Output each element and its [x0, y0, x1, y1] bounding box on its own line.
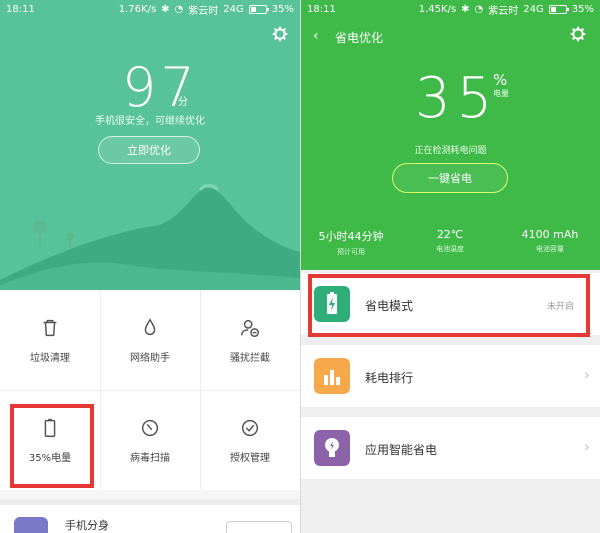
gear-icon[interactable] — [272, 26, 288, 42]
status-network: 紫云时 — [188, 5, 219, 17]
status-battery: 35% — [571, 3, 594, 15]
tool-label: 垃圾清理 — [30, 352, 70, 364]
bluetooth-icon: ✱ — [461, 3, 470, 15]
phone-clone-icon — [14, 517, 48, 533]
gear-icon[interactable] — [570, 26, 586, 42]
status-speed: 1.76K/s — [118, 3, 157, 15]
stat-battery-capacity: 4100 mAh 电池容量 — [500, 228, 600, 254]
trash-icon — [43, 319, 57, 336]
one-key-save-button[interactable]: 一键省电 — [392, 163, 508, 193]
status-time: 18:11 — [6, 3, 35, 15]
power-ranking-item[interactable]: 耗电排行 › — [301, 345, 600, 407]
checking-status: 正在检测耗电问题 — [414, 146, 487, 156]
optimize-now-button[interactable]: 立即优化 — [98, 136, 200, 164]
battery-icon — [548, 4, 569, 14]
battery-icon — [248, 4, 269, 14]
tool-virus-scan[interactable]: 病毒扫描 — [100, 390, 200, 490]
droplet-icon — [144, 317, 156, 335]
bar-chart-icon — [314, 358, 350, 394]
stat-value: 4100 mAh — [521, 228, 579, 241]
security-hero: 18:11 1.76K/s ✱ ◔ 紫云时 24G 35% 97 分 手机很安全… — [0, 0, 300, 290]
tool-label: 病毒扫描 — [130, 452, 170, 464]
status-signal: 24G — [223, 3, 244, 15]
battery-percent-unit: % — [493, 71, 508, 89]
security-panel: 18:11 1.76K/s ✱ ◔ 紫云时 24G 35% 97 分 手机很安全… — [0, 0, 300, 533]
smart-app-save-item[interactable]: 应用智能省电 › — [301, 417, 600, 479]
status-bar-right: 18:11 1.45K/s ✱ ◔ 紫云时 24G 35% — [301, 0, 600, 18]
phone-clone-title: 手机分身 — [65, 519, 109, 532]
highlight-box-battery — [10, 404, 94, 488]
scan-icon — [141, 419, 159, 436]
stat-label: 电池容量 — [536, 245, 564, 253]
phone-clone-button[interactable] — [226, 521, 292, 533]
bluetooth-icon: ✱ — [161, 3, 170, 15]
status-battery: 35% — [271, 3, 294, 15]
stat-remaining-time: 5小时44分钟 预计可用 — [301, 228, 401, 257]
stat-value: 5小时44分钟 — [318, 230, 384, 243]
power-save-panel: 18:11 1.45K/s ✱ ◔ 紫云时 24G 35% ‹ 省电优化 35 … — [301, 0, 600, 533]
security-subtitle: 手机很安全，可继续优化 — [95, 116, 205, 127]
battery-percent-label: 电量 — [493, 89, 509, 98]
back-chevron-icon[interactable]: ‹ — [313, 28, 319, 44]
tool-harassment-block[interactable]: 骚扰拦截 — [200, 290, 300, 390]
status-network: 紫云时 — [488, 5, 519, 17]
chevron-right-icon: › — [583, 365, 590, 384]
wifi-icon: ◔ — [474, 3, 484, 15]
status-signal: 24G — [523, 3, 544, 15]
chevron-right-icon: › — [583, 437, 590, 456]
tool-label: 网络助手 — [130, 352, 170, 364]
bulb-icon — [314, 430, 350, 466]
page-title: 省电优化 — [335, 31, 384, 45]
highlight-box-power-mode — [308, 274, 590, 337]
check-circle-icon — [241, 419, 259, 436]
score-unit: 分 — [178, 97, 188, 108]
status-speed: 1.45K/s — [418, 3, 457, 15]
item-title: 应用智能省电 — [365, 443, 438, 457]
security-score: 97 — [122, 56, 199, 119]
stat-label: 电池温度 — [436, 245, 464, 253]
battery-percent-value: 35 — [415, 66, 499, 131]
user-block-icon — [241, 319, 259, 337]
wifi-icon: ◔ — [174, 3, 184, 15]
power-header: 18:11 1.45K/s ✱ ◔ 紫云时 24G 35% ‹ 省电优化 35 … — [301, 0, 600, 270]
status-time: 18:11 — [307, 3, 336, 15]
tool-trash-clean[interactable]: 垃圾清理 — [0, 290, 100, 390]
hill-illustration — [0, 184, 300, 290]
tool-permission-manage[interactable]: 授权管理 — [200, 390, 300, 490]
stat-label: 预计可用 — [337, 248, 365, 256]
tool-label: 授权管理 — [230, 452, 270, 464]
tool-network-assistant[interactable]: 网络助手 — [100, 290, 200, 390]
item-title: 耗电排行 — [365, 371, 414, 385]
tool-label: 骚扰拦截 — [230, 352, 270, 364]
phone-clone-card[interactable]: 手机分身 — [0, 499, 300, 533]
status-bar-left: 18:11 1.76K/s ✱ ◔ 紫云时 24G 35% — [0, 0, 300, 18]
stat-battery-temp: 22℃ 电池温度 — [400, 228, 500, 254]
stat-value: 22℃ — [436, 228, 464, 241]
